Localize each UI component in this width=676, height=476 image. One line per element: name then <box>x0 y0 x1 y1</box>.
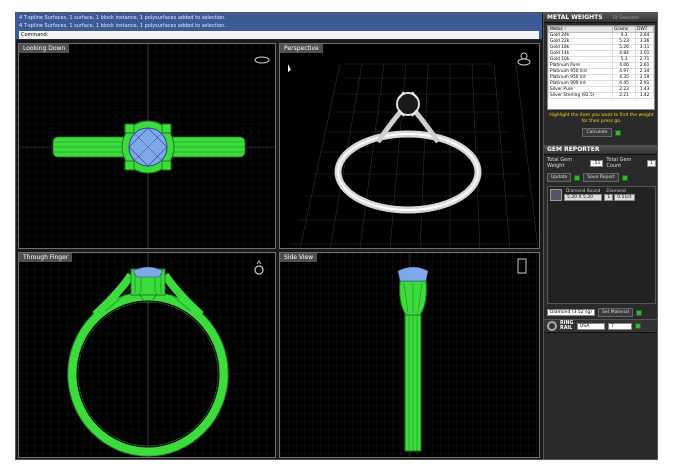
setting-top <box>121 120 175 174</box>
total-gem-count-value: 1 <box>647 159 656 167</box>
ring-rail-bar: RING RAIL USA 7 <box>544 319 657 333</box>
gem-reporter-title: GEM REPORTER <box>547 146 600 153</box>
calculate-row: Calculate <box>544 126 657 139</box>
top-view-canvas <box>19 44 275 248</box>
command-history[interactable]: 4 T-spline Surfaces, 1 surface, 1 block … <box>16 13 542 40</box>
update-button[interactable]: Update <box>547 173 572 182</box>
command-prompt[interactable]: Command: <box>19 31 539 39</box>
ring-render <box>334 91 482 214</box>
dwt-cell: 1.42 <box>635 92 654 99</box>
viewport-side[interactable]: Side View <box>279 252 540 458</box>
calculate-button[interactable]: Calculate <box>582 128 612 137</box>
side-view-canvas <box>280 253 539 457</box>
gem-size: 5.20 X 5.20 <box>564 194 603 201</box>
metal-name-cell: Silver Sterling (92.5) <box>548 92 613 99</box>
material-row: Diamond (3.52 sg) Set Material <box>544 306 657 319</box>
material-select[interactable]: Diamond (3.52 sg) <box>547 309 595 316</box>
viewport-perspective[interactable]: Perspective <box>279 43 540 249</box>
gem-actions-row: Update Save Report <box>544 171 657 184</box>
metal-weights-title: METAL WEIGHTS <box>547 14 603 21</box>
view-cube-icon[interactable] <box>517 52 531 66</box>
app-window: 4 T-spline Surfaces, 1 surface, 1 block … <box>15 12 658 460</box>
viewport-title-perspective[interactable]: Perspective <box>280 44 323 53</box>
viewport-title-top[interactable]: Looking Down <box>19 44 70 53</box>
command-line-1: 4 T-spline Surfaces, 1 surface, 1 block … <box>19 15 226 21</box>
right-panel: METAL WEIGHTSFit Selected Checked Metal … <box>543 13 657 459</box>
total-gem-weight-label: Total Gem Weight <box>547 157 573 169</box>
gem-thumbnail <box>550 189 562 201</box>
calculate-go-icon[interactable] <box>614 129 621 136</box>
ring-rail-label: RING RAIL <box>560 321 574 331</box>
metal-weights-header: METAL WEIGHTSFit Selected Checked <box>544 13 657 32</box>
total-gem-count-label: Total Gem Count <box>606 157 632 169</box>
save-report-go-icon[interactable] <box>621 174 628 181</box>
update-go-icon[interactable] <box>574 174 581 181</box>
gem-list-item[interactable]: Diamond Round 5.20 X 5.20 Diamond 1 0.51… <box>548 187 655 203</box>
viewport-title-side[interactable]: Side View <box>280 253 318 262</box>
ring-size-select[interactable]: 7 <box>608 322 632 330</box>
gem-totals-row: Total Gem Weight .51 Total Gem Count 1 <box>544 155 657 171</box>
set-material-button[interactable]: Set Material <box>597 308 634 317</box>
metal-weights-hint: Highlight the item you want to find the … <box>549 113 654 124</box>
perspective-canvas <box>288 52 539 248</box>
material-density: (3.52 sg) <box>571 310 592 315</box>
ring-rail-go-icon[interactable] <box>635 323 641 329</box>
mouse-cursor-icon <box>288 64 291 72</box>
ring-region-select[interactable]: USA <box>577 322 605 330</box>
viewport-top[interactable]: Looking Down <box>18 43 276 249</box>
gem-reporter-header: GEM REPORTER <box>544 145 657 155</box>
metal-weights-table[interactable]: Metal Grams DWT Gold 24k 4.3 2.64 Gold 22k 5… <box>547 25 655 110</box>
ring-icon <box>547 321 557 331</box>
material-name: Diamond <box>550 310 571 315</box>
grams-cell: 2.21 <box>611 92 637 99</box>
perspective-grid <box>290 63 539 248</box>
viewport-title-front[interactable]: Through Finger <box>19 253 73 262</box>
gem-shape-header: Diamond Round <box>566 189 601 194</box>
set-material-go-icon[interactable] <box>636 309 643 316</box>
gem-list[interactable]: Diamond Round 5.20 X 5.20 Diamond 1 0.51… <box>547 186 656 304</box>
table-row[interactable]: Silver Sterling (92.5) 2.21 1.42 <box>548 92 654 99</box>
gem-weight: 0.51ct <box>614 194 635 201</box>
viewport-front[interactable]: Through Finger <box>18 252 276 458</box>
metal-weights-body: Gold 24k 4.3 2.64 Gold 22k 5.23 3.36 Gold 18k 5… <box>548 32 654 99</box>
gem-count: 1 <box>604 194 614 201</box>
command-line-2: 4 T-spline Surfaces, 1 surface, 1 block … <box>19 23 226 29</box>
front-view-canvas <box>19 253 275 457</box>
total-gem-weight-value: .51 <box>590 159 604 167</box>
save-report-button[interactable]: Save Report <box>583 173 619 182</box>
